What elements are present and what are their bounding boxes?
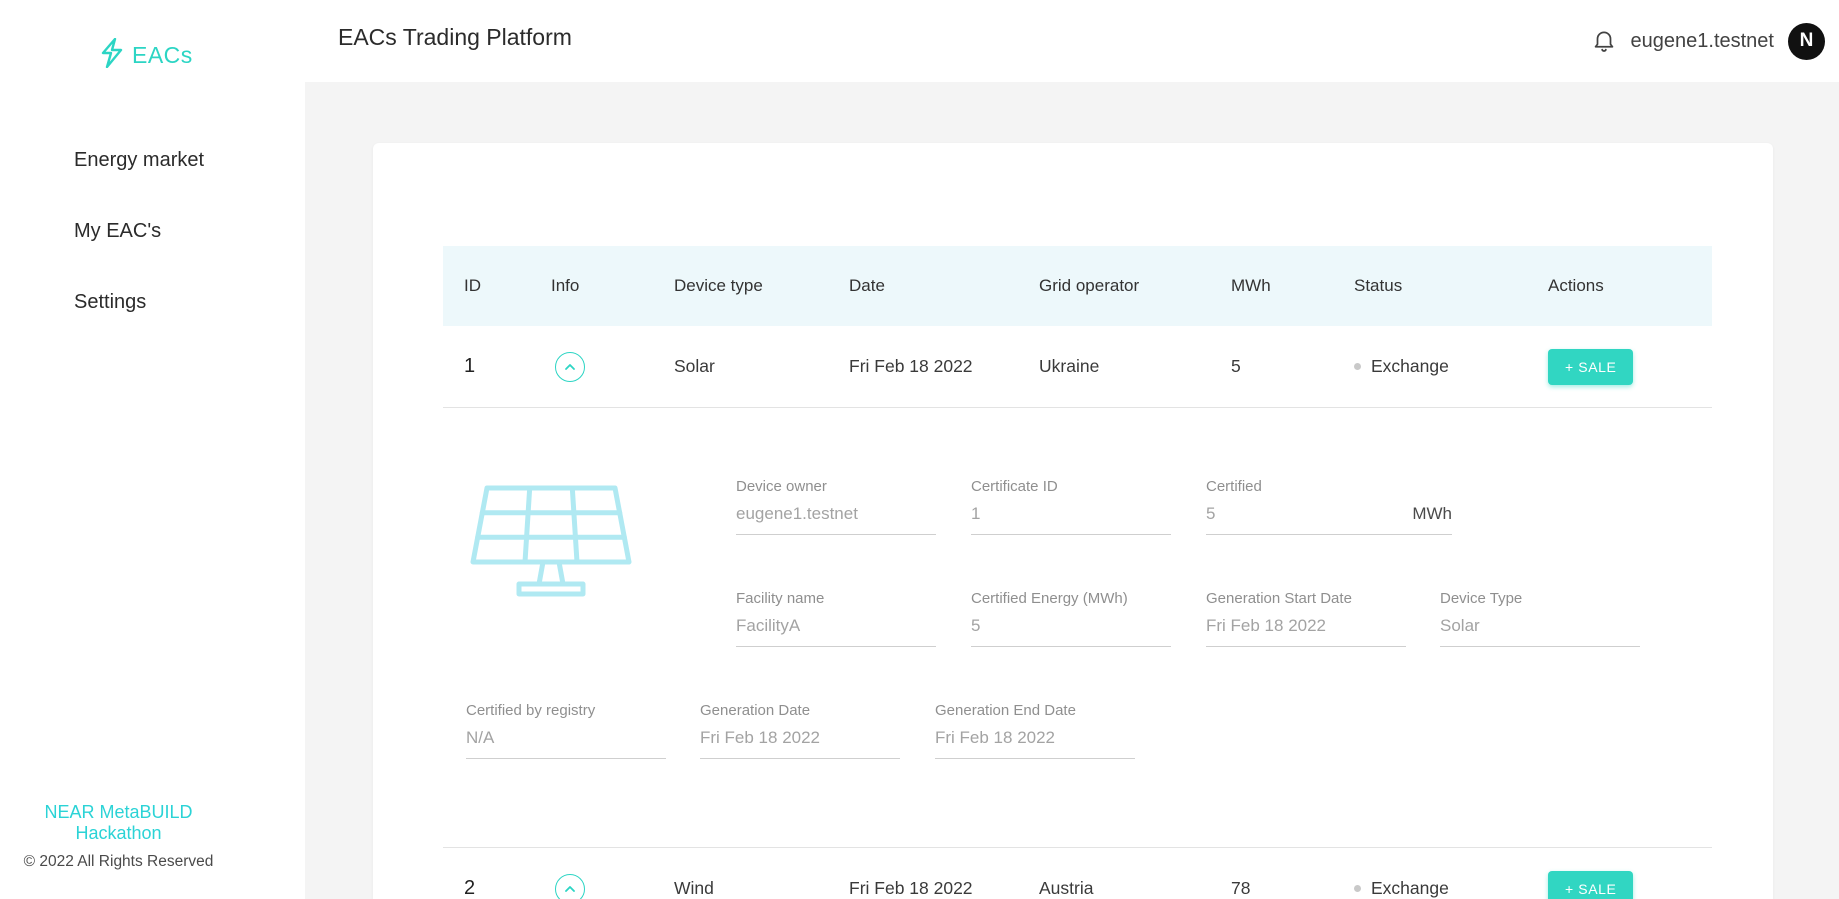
row-mwh: 5 — [1231, 356, 1241, 376]
row-device-type: Solar — [674, 356, 715, 376]
hackathon-link[interactable]: NEAR MetaBUILD Hackathon — [0, 802, 237, 844]
field-facility-name: Facility name FacilityA — [736, 590, 936, 647]
field-certified-by-registry: Certified by registry N/A — [466, 702, 666, 759]
row-grid-operator: Austria — [1039, 878, 1094, 898]
col-header-actions: Actions — [1548, 276, 1604, 295]
status-badge: Exchange — [1354, 356, 1548, 377]
row-id: 2 — [464, 877, 476, 899]
col-header-grid-operator: Grid operator — [1039, 276, 1140, 295]
col-header-id: ID — [464, 276, 481, 295]
app-logo[interactable]: EACs — [0, 0, 305, 73]
status-dot-icon — [1354, 363, 1361, 370]
app-logo-text: EACs — [132, 42, 193, 68]
field-generation-date: Generation Date Fri Feb 18 2022 — [700, 702, 900, 759]
row-mwh: 78 — [1231, 878, 1251, 898]
sale-button[interactable]: + SALE — [1548, 870, 1634, 899]
solar-panel-icon — [463, 478, 639, 615]
main-content: ID Info Device type Date Grid operator M… — [305, 82, 1839, 899]
sidebar-item-energy-market[interactable]: Energy market — [0, 125, 305, 196]
row-device-type: Wind — [674, 878, 714, 898]
field-device-owner: Device owner eugene1.testnet — [736, 478, 936, 535]
sale-button[interactable]: + SALE — [1548, 348, 1634, 385]
account-name[interactable]: eugene1.testnet — [1631, 30, 1774, 53]
sidebar-nav: Energy market My EAC's Settings — [0, 125, 305, 338]
expand-row-button[interactable] — [555, 873, 585, 899]
row-date: Fri Feb 18 2022 — [849, 356, 973, 376]
row-details-panel: Device owner eugene1.testnet Certificate… — [443, 408, 1712, 848]
mwh-unit-label: MWh — [1412, 504, 1452, 523]
col-header-info: Info — [551, 276, 580, 295]
avatar[interactable]: N — [1788, 22, 1825, 60]
copyright-text: © 2022 All Rights Reserved — [23, 853, 214, 870]
sidebar-item-settings[interactable]: Settings — [0, 267, 305, 338]
sidebar-item-my-eacs[interactable]: My EAC's — [0, 196, 305, 267]
field-certified-energy: Certified Energy (MWh) 5 — [971, 590, 1171, 647]
field-certificate-id: Certificate ID 1 — [971, 478, 1171, 535]
top-bar: EACs Trading Platform eugene1.testnet N — [305, 0, 1839, 82]
row-id: 1 — [464, 355, 476, 377]
col-header-mwh: MWh — [1231, 276, 1271, 295]
status-text: Exchange — [1371, 356, 1449, 376]
bolt-icon — [98, 37, 124, 73]
status-dot-icon — [1354, 885, 1361, 892]
col-header-device-type: Device type — [674, 276, 763, 295]
row-date: Fri Feb 18 2022 — [849, 878, 973, 898]
notifications-bell-icon[interactable] — [1591, 28, 1617, 54]
page-title: EACs Trading Platform — [338, 24, 572, 50]
field-device-type: Device Type Solar — [1440, 590, 1640, 647]
status-badge: Exchange — [1354, 878, 1548, 899]
eac-table: ID Info Device type Date Grid operator M… — [443, 143, 1782, 899]
field-generation-start-date: Generation Start Date Fri Feb 18 2022 — [1206, 590, 1406, 647]
row-grid-operator: Ukraine — [1039, 356, 1100, 376]
field-generation-end-date: Generation End Date Fri Feb 18 2022 — [935, 702, 1135, 759]
user-area: eugene1.testnet N — [1591, 0, 1825, 82]
col-header-date: Date — [849, 276, 885, 295]
field-certified: Certified 5 MWh — [1206, 478, 1452, 535]
sidebar-footer: NEAR MetaBUILD Hackathon © 2022 All Righ… — [0, 802, 237, 871]
collapse-row-button[interactable] — [555, 351, 585, 382]
table-row: 2 Wind Fri Feb 18 2022 Austria 78 Exchan… — [443, 848, 1712, 899]
status-text: Exchange — [1371, 878, 1449, 898]
sidebar: EACs Energy market My EAC's Settings NEA… — [0, 0, 305, 899]
table-header-row: ID Info Device type Date Grid operator M… — [443, 246, 1712, 326]
eac-list-card: ID Info Device type Date Grid operator M… — [373, 143, 1773, 899]
col-header-status: Status — [1354, 276, 1403, 295]
table-row: 1 Solar Fri Feb 18 2022 Ukraine 5 Exchan… — [443, 326, 1712, 408]
